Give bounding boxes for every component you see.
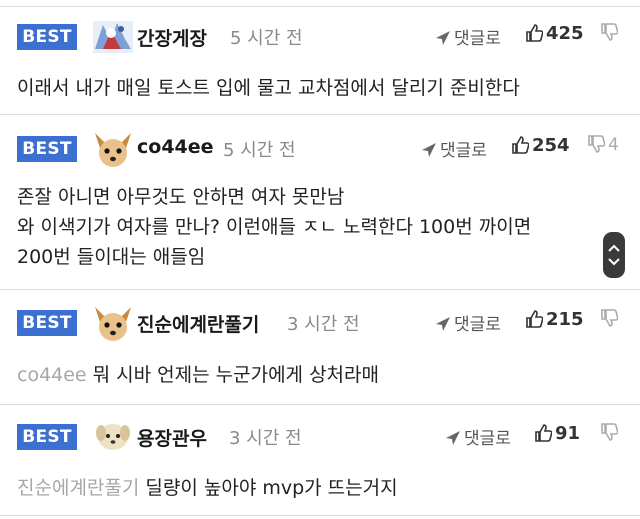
paper-plane-icon — [436, 317, 450, 331]
best-badge: BEST — [17, 310, 77, 336]
top-divider — [0, 0, 640, 7]
reply-label: 댓글로 — [454, 315, 501, 335]
like-count: 254 — [532, 135, 570, 156]
dislike-count: 4 — [608, 135, 619, 155]
comment-time: 3 시간 전 — [287, 314, 360, 335]
dislike-button[interactable] — [600, 309, 621, 329]
comment-line: 와 이색기가 여자를 만나? 이런애들 ㅈㄴ 노력한다 100번 까이면 — [17, 216, 532, 238]
reply-button[interactable]: 댓글로 — [435, 310, 501, 335]
mention-nickname[interactable]: 진순에계란풀기 — [17, 477, 139, 499]
best-badge: BEST — [17, 136, 77, 162]
comment-item: BEST co44ee 5 시간 전 댓글로 254 4 존잘 아니면 아무것도… — [0, 115, 640, 290]
thumbs-up-icon — [526, 24, 544, 42]
thumbs-up-icon — [526, 310, 544, 328]
comment-line: 이래서 내가 매일 토스트 입에 물고 교차점에서 달리기 준비한다 — [17, 77, 520, 99]
thumbs-down-icon — [601, 23, 619, 41]
nickname[interactable]: 용장관우 — [137, 424, 207, 451]
reply-button[interactable]: 댓글로 — [445, 424, 511, 449]
reply-label: 댓글로 — [464, 429, 511, 449]
nickname[interactable]: co44ee — [137, 136, 214, 158]
chihuahua-avatar-icon[interactable] — [91, 131, 135, 167]
comment-line: 뭐 시바 언제는 누군가에게 상처라매 — [92, 364, 379, 386]
like-button[interactable]: 215 — [525, 309, 584, 330]
thumbs-up-icon — [512, 136, 530, 154]
thumbs-up-icon — [535, 424, 553, 442]
comment-text: 존잘 아니면 아무것도 안하면 여자 못만남 와 이색기가 여자를 만나? 이런… — [17, 182, 531, 272]
thumbs-down-icon — [601, 309, 619, 327]
paper-plane-icon — [446, 431, 460, 445]
comment-line: 200번 들이대는 애들임 — [17, 246, 206, 268]
scroll-handle[interactable] — [603, 232, 625, 278]
best-badge: BEST — [17, 24, 77, 50]
thumbs-down-icon — [588, 135, 606, 153]
reply-button[interactable]: 댓글로 — [435, 24, 501, 49]
comment-item: BEST 진순에계란풀기 3 시간 전 댓글로 215 co44ee 뭐 시바 언… — [0, 290, 640, 405]
like-button[interactable]: 91 — [534, 423, 580, 444]
puppy-avatar-icon[interactable] — [91, 419, 135, 455]
mention-nickname[interactable]: co44ee — [17, 364, 87, 386]
comment-text: 이래서 내가 매일 토스트 입에 물고 교차점에서 달리기 준비한다 — [17, 73, 520, 103]
nickname[interactable]: 진순에계란풀기 — [137, 310, 259, 337]
chihuahua-avatar-icon[interactable] — [91, 305, 135, 341]
ice-character-avatar-icon[interactable] — [91, 19, 135, 55]
comment-line: 존잘 아니면 아무것도 안하면 여자 못만남 — [17, 186, 345, 208]
dislike-button[interactable]: 4 — [587, 135, 619, 155]
comment-time: 3 시간 전 — [229, 428, 302, 449]
paper-plane-icon — [422, 143, 436, 157]
comment-time: 5 시간 전 — [230, 28, 303, 49]
comment-item: BEST 간장게장 5 시간 전 댓글로 425 이래서 내가 매일 토스트 입… — [0, 7, 640, 115]
comment-time: 5 시간 전 — [223, 140, 296, 161]
dislike-button[interactable] — [600, 23, 621, 43]
comment-text: co44ee 뭐 시바 언제는 누군가에게 상처라매 — [17, 360, 379, 390]
reply-button[interactable]: 댓글로 — [421, 136, 487, 161]
like-button[interactable]: 425 — [525, 23, 584, 44]
comment-item: BEST 용장관우 3 시간 전 댓글로 91 진순에계란풀기 딜량이 높아야 m… — [0, 405, 640, 516]
like-count: 215 — [546, 309, 584, 330]
dislike-button[interactable] — [600, 423, 621, 443]
like-count: 91 — [555, 423, 581, 444]
comment-line: 딜량이 높아야 mvp가 뜨는거지 — [145, 477, 398, 499]
chevron-up-down-icon — [608, 244, 620, 266]
reply-label: 댓글로 — [454, 29, 501, 49]
nickname[interactable]: 간장게장 — [137, 24, 207, 51]
like-count: 425 — [546, 23, 584, 44]
paper-plane-icon — [436, 31, 450, 45]
reply-label: 댓글로 — [440, 141, 487, 161]
comment-text: 진순에계란풀기 딜량이 높아야 mvp가 뜨는거지 — [17, 473, 398, 503]
thumbs-down-icon — [601, 423, 619, 441]
like-button[interactable]: 254 — [511, 135, 570, 156]
best-badge: BEST — [17, 424, 77, 450]
